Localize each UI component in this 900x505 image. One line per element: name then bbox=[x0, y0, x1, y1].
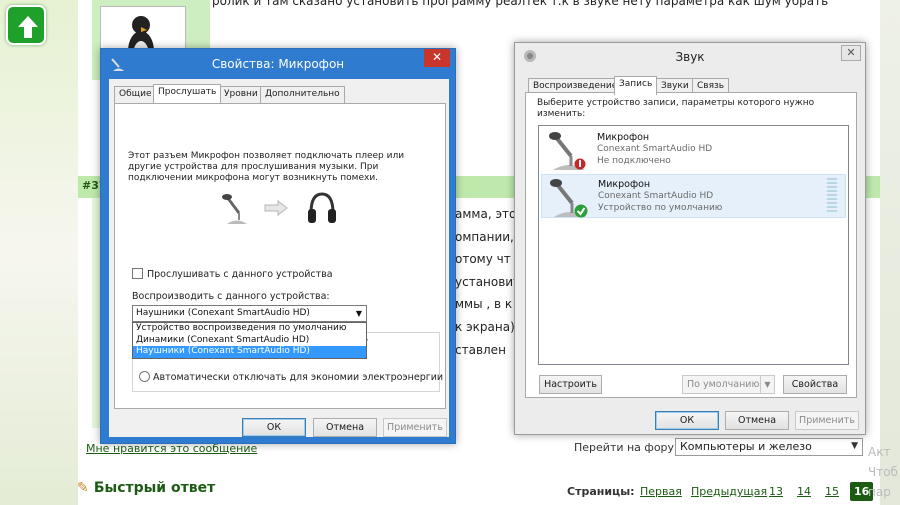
option-default-device[interactable]: Устройство воспроизведения по умолчанию bbox=[133, 323, 366, 335]
chevron-down-icon: ▼ bbox=[760, 376, 774, 393]
goto-forum-select[interactable]: Компьютеры и железо ▼ bbox=[675, 438, 863, 456]
watermark-line: Чтоб bbox=[868, 465, 898, 479]
watermark-line: пар bbox=[868, 485, 891, 499]
device-microphone-1[interactable]: Микрофон Conexant SmartAudio HD Не подкл… bbox=[541, 128, 846, 172]
arrow-up-icon bbox=[18, 16, 38, 38]
microphone-icon bbox=[549, 132, 586, 170]
microphone-properties-dialog: Свойства: Микрофон ✕ Общие Прослушать Ур… bbox=[100, 48, 456, 444]
power-radio[interactable] bbox=[139, 371, 150, 382]
device-status: Не подключено bbox=[597, 156, 671, 166]
playback-device-dropdown[interactable]: Наушники (Conexant SmartAudio HD) ▼ bbox=[132, 305, 367, 322]
playback-device-label: Воспроизводить с данного устройства: bbox=[132, 291, 330, 302]
quick-reply-link[interactable]: ✎ Быстрый ответ bbox=[77, 480, 215, 496]
playback-selected-value: Наушники (Conexant SmartAudio HD) bbox=[136, 308, 310, 318]
device-microphone-2[interactable]: Микрофон Conexant SmartAudio HD Устройст… bbox=[541, 174, 846, 218]
tab-levels[interactable]: Уровни bbox=[219, 86, 263, 103]
microphone-icon bbox=[222, 194, 247, 224]
mic-cancel-button[interactable]: Отмена bbox=[313, 418, 377, 437]
sound-cancel-button[interactable]: Отмена bbox=[725, 411, 789, 430]
page-left-margin bbox=[0, 0, 78, 505]
tab-advanced[interactable]: Дополнительно bbox=[260, 86, 345, 103]
goto-forum-value: Компьютеры и железо bbox=[680, 440, 812, 453]
listen-panel: Этот разъем Микрофон позволяет подключат… bbox=[114, 103, 446, 409]
mic-apply-button[interactable]: Применить bbox=[383, 418, 447, 437]
goto-forum-label: Перейти на форум: bbox=[574, 441, 687, 454]
sound-dialog: Звук ✕ Воспроизведение Запись Звуки Связ… bbox=[514, 42, 866, 435]
power-option-2-label: Автоматически отключать для экономии эле… bbox=[153, 372, 444, 383]
sound-apply-button[interactable]: Применить bbox=[795, 411, 859, 430]
power-option-2[interactable]: Автоматически отключать для экономии эле… bbox=[139, 371, 443, 383]
scroll-up-button[interactable] bbox=[6, 5, 46, 45]
page-15[interactable]: 15 bbox=[825, 485, 839, 498]
device-driver: Conexant SmartAudio HD bbox=[598, 191, 714, 201]
mic-dialog-title: Свойства: Микрофон bbox=[211, 57, 345, 71]
tab-recording[interactable]: Запись bbox=[614, 76, 658, 95]
device-name: Микрофон bbox=[598, 179, 651, 190]
tab-listen[interactable]: Прослушать bbox=[153, 84, 222, 103]
page-prev[interactable]: Предыдущая bbox=[691, 485, 767, 498]
post-text-top: ролик и там сказано установить программу… bbox=[212, 0, 829, 8]
page-right-margin bbox=[880, 0, 900, 505]
mic-dialog-client: Общие Прослушать Уровни Дополнительно Эт… bbox=[109, 79, 449, 437]
tab-general[interactable]: Общие bbox=[114, 86, 157, 103]
pages-label: Страницы: bbox=[567, 485, 635, 498]
sound-close-button[interactable]: ✕ bbox=[841, 45, 861, 61]
option-headphones[interactable]: Наушники (Conexant SmartAudio HD) bbox=[133, 346, 366, 358]
arrow-right-icon bbox=[264, 200, 288, 216]
configure-button[interactable]: Настроить bbox=[539, 375, 602, 394]
listen-description: Этот разъем Микрофон позволяет подключат… bbox=[128, 151, 405, 183]
set-default-label: По умолчанию bbox=[687, 379, 760, 390]
input-level-meter bbox=[827, 178, 837, 214]
playback-device-options: Устройство воспроизведения по умолчанию … bbox=[132, 322, 367, 359]
activation-watermark: Акт Чтоб пар bbox=[868, 442, 898, 502]
chevron-down-icon: ▼ bbox=[355, 309, 362, 318]
recording-device-list: Микрофон Conexant SmartAudio HD Не подкл… bbox=[538, 125, 849, 365]
chevron-down-icon: ▼ bbox=[851, 441, 858, 451]
sound-ok-button[interactable]: ОК bbox=[655, 411, 719, 430]
mic-ok-button[interactable]: ОК bbox=[242, 418, 306, 437]
listen-checkbox[interactable] bbox=[132, 268, 143, 279]
page-first[interactable]: Первая bbox=[640, 485, 682, 498]
recording-description: Выберите устройство записи, параметры ко… bbox=[537, 98, 815, 119]
sound-dialog-title: Звук bbox=[675, 50, 705, 64]
mic-tabs: Общие Прослушать Уровни Дополнительно bbox=[114, 84, 444, 103]
listen-checkbox-row[interactable]: Прослушивать с данного устройства bbox=[132, 268, 333, 280]
mic-close-button[interactable]: ✕ bbox=[424, 49, 450, 67]
properties-button[interactable]: Свойства bbox=[783, 375, 847, 394]
page-14[interactable]: 14 bbox=[797, 485, 811, 498]
headphones-icon bbox=[308, 192, 336, 223]
listen-checkbox-label: Прослушивать с данного устройства bbox=[147, 269, 333, 280]
quick-reply-label: Быстрый ответ bbox=[93, 480, 216, 496]
set-default-button[interactable]: По умолчанию ▼ bbox=[682, 375, 775, 394]
pencil-icon: ✎ bbox=[77, 480, 89, 496]
device-status: Устройство по умолчанию bbox=[598, 203, 723, 213]
device-driver: Conexant SmartAudio HD bbox=[597, 144, 713, 154]
microphone-icon bbox=[550, 179, 588, 218]
option-speakers[interactable]: Динамики (Conexant SmartAudio HD) bbox=[133, 335, 366, 347]
watermark-line: Акт bbox=[868, 445, 891, 459]
page-13[interactable]: 13 bbox=[769, 485, 783, 498]
device-name: Микрофон bbox=[597, 132, 650, 143]
